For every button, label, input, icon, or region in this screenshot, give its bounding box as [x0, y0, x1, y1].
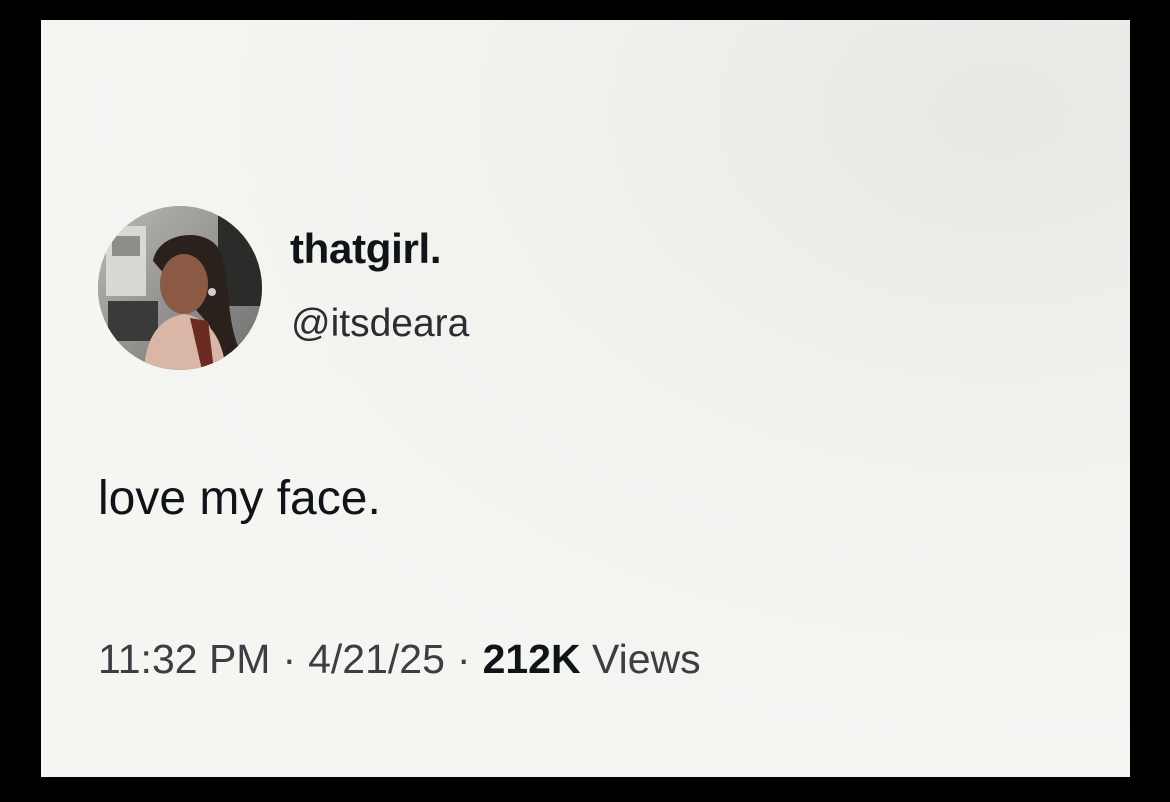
separator-dot: · [282, 636, 297, 682]
tweet-time[interactable]: 11:32 PM [98, 636, 270, 682]
user-handle[interactable]: @itsdeara [291, 304, 469, 343]
views-count[interactable]: 212K [483, 636, 581, 682]
display-name[interactable]: thatgirl. [290, 228, 442, 270]
screenshot-frame: thatgirl. @itsdeara love my face. 11:32 … [0, 0, 1170, 802]
tweet-date[interactable]: 4/21/25 [308, 636, 445, 682]
tweet-metadata: 11:32 PM · 4/21/25 · 212K Views [98, 639, 701, 680]
tweet-card: thatgirl. @itsdeara love my face. 11:32 … [41, 20, 1130, 777]
separator-dot: · [456, 636, 471, 682]
avatar[interactable] [98, 206, 262, 370]
tweet-text: love my face. [98, 472, 381, 525]
profile-photo-icon [98, 206, 262, 370]
views-label: Views [591, 636, 701, 682]
